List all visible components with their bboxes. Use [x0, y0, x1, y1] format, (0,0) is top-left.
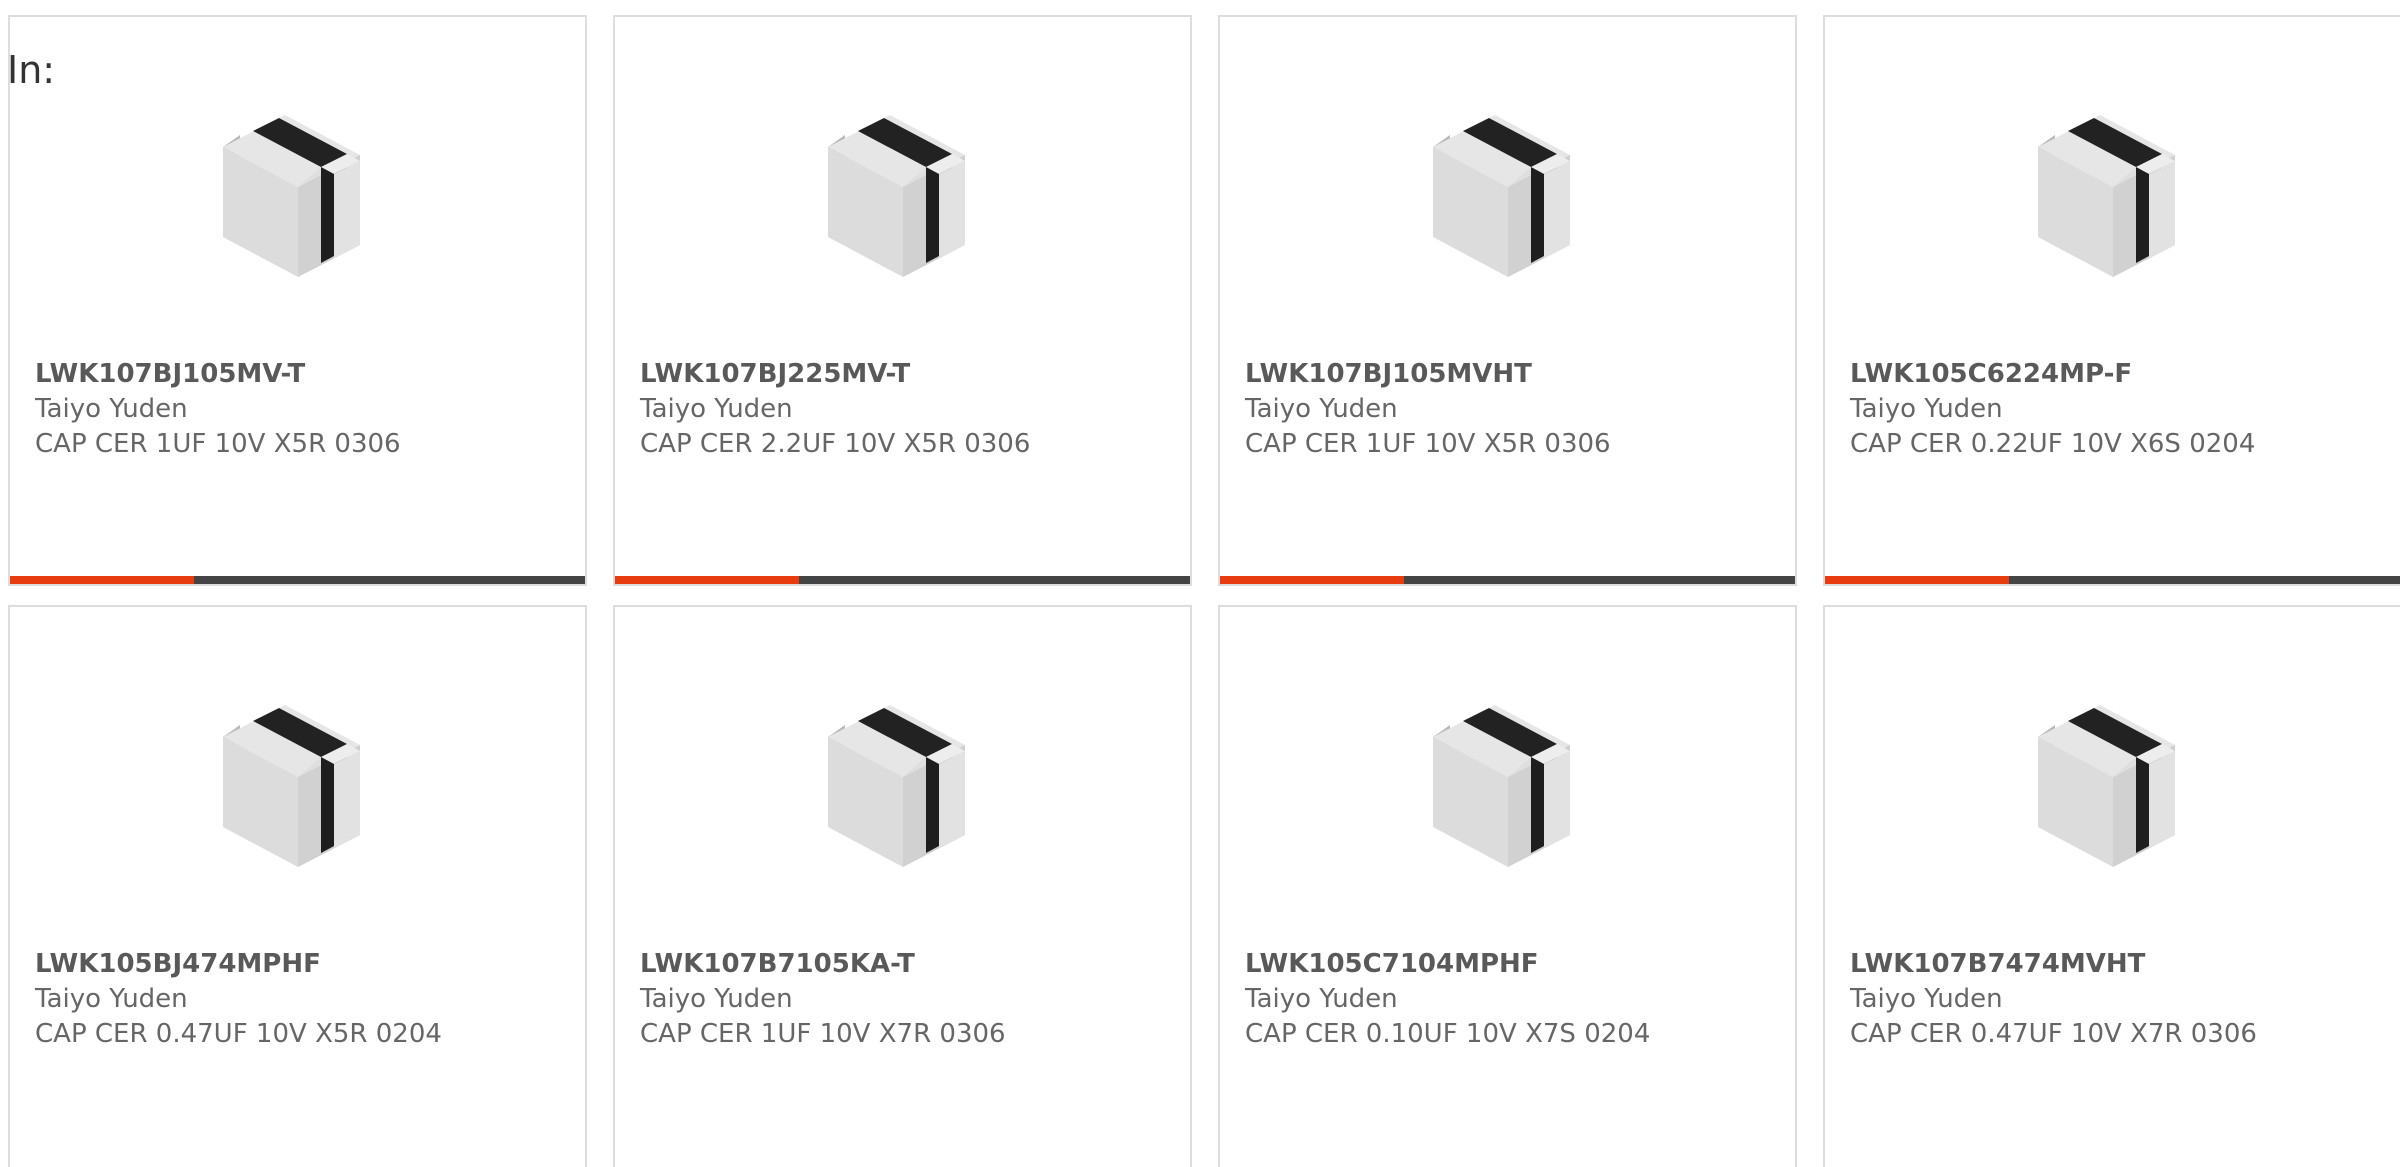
product-description: CAP CER 0.10UF 10V X7S 0204 [1245, 1019, 1651, 1049]
product-description: CAP CER 1UF 10V X5R 0306 [35, 429, 401, 459]
product-grid: LWK107BJ105MV-T Taiyo Yuden CAP CER 1UF … [8, 15, 2400, 1167]
part-number-link[interactable]: LWK105BJ474MPHF [35, 947, 575, 982]
product-image [800, 97, 1000, 297]
product-card[interactable]: LWK107B7105KA-T Taiyo Yuden CAP CER 1UF … [613, 605, 1192, 1167]
product-info: LWK107B7105KA-T Taiyo Yuden CAP CER 1UF … [640, 947, 1180, 1052]
product-card[interactable]: LWK105BJ474MPHF Taiyo Yuden CAP CER 0.47… [8, 605, 587, 1167]
part-number-link[interactable]: LWK105C7104MPHF [1245, 947, 1785, 982]
product-card[interactable]: LWK107BJ225MV-T Taiyo Yuden CAP CER 2.2U… [613, 15, 1192, 586]
product-info: LWK105BJ474MPHF Taiyo Yuden CAP CER 0.47… [35, 947, 575, 1052]
manufacturer-label: Taiyo Yuden [1245, 984, 1398, 1014]
card-progress-track [10, 576, 585, 584]
capacitor-chip-icon [2038, 705, 2175, 867]
product-image [195, 687, 395, 887]
product-card[interactable]: LWK107BJ105MV-T Taiyo Yuden CAP CER 1UF … [8, 15, 587, 586]
capacitor-chip-icon [223, 705, 360, 867]
part-number-link[interactable]: LWK107BJ105MV-T [35, 357, 575, 392]
manufacturer-label: Taiyo Yuden [1850, 394, 2003, 424]
product-description: CAP CER 1UF 10V X7R 0306 [640, 1019, 1006, 1049]
part-number-link[interactable]: LWK107BJ225MV-T [640, 357, 1180, 392]
product-description: CAP CER 0.47UF 10V X5R 0204 [35, 1019, 442, 1049]
product-card[interactable]: LWK107B7474MVHT Taiyo Yuden CAP CER 0.47… [1823, 605, 2400, 1167]
product-info: LWK105C6224MP-F Taiyo Yuden CAP CER 0.22… [1850, 357, 2390, 462]
product-image [1405, 687, 1605, 887]
part-number-link[interactable]: LWK105C6224MP-F [1850, 357, 2390, 392]
card-progress-fill [1825, 576, 2009, 584]
manufacturer-label: Taiyo Yuden [35, 394, 188, 424]
part-number-link[interactable]: LWK107B7105KA-T [640, 947, 1180, 982]
part-number-link[interactable]: LWK107B7474MVHT [1850, 947, 2390, 982]
page: In: LWK107BJ105MV-T Taiyo Yuden CAP CER … [0, 0, 2400, 1167]
card-progress-fill [10, 576, 194, 584]
product-info: LWK107BJ105MV-T Taiyo Yuden CAP CER 1UF … [35, 357, 575, 462]
manufacturer-label: Taiyo Yuden [1245, 394, 1398, 424]
product-card[interactable]: LWK105C7104MPHF Taiyo Yuden CAP CER 0.10… [1218, 605, 1797, 1167]
product-image [195, 97, 395, 297]
product-image [2010, 97, 2210, 297]
product-description: CAP CER 1UF 10V X5R 0306 [1245, 429, 1611, 459]
card-progress-track [1220, 576, 1795, 584]
product-image [1405, 97, 1605, 297]
card-progress-fill [1220, 576, 1404, 584]
product-info: LWK107BJ105MVHT Taiyo Yuden CAP CER 1UF … [1245, 357, 1785, 462]
part-number-link[interactable]: LWK107BJ105MVHT [1245, 357, 1785, 392]
card-progress-track [1825, 576, 2400, 584]
product-description: CAP CER 0.47UF 10V X7R 0306 [1850, 1019, 2257, 1049]
capacitor-chip-icon [828, 705, 965, 867]
card-progress-track [615, 576, 1190, 584]
product-image [2010, 687, 2210, 887]
capacitor-chip-icon [223, 115, 360, 277]
capacitor-chip-icon [1433, 705, 1570, 867]
card-progress-fill [615, 576, 799, 584]
product-info: LWK107BJ225MV-T Taiyo Yuden CAP CER 2.2U… [640, 357, 1180, 462]
product-info: LWK105C7104MPHF Taiyo Yuden CAP CER 0.10… [1245, 947, 1785, 1052]
product-description: CAP CER 0.22UF 10V X6S 0204 [1850, 429, 2256, 459]
product-card[interactable]: LWK105C6224MP-F Taiyo Yuden CAP CER 0.22… [1823, 15, 2400, 586]
manufacturer-label: Taiyo Yuden [640, 394, 793, 424]
capacitor-chip-icon [2038, 115, 2175, 277]
manufacturer-label: Taiyo Yuden [640, 984, 793, 1014]
product-image [800, 687, 1000, 887]
product-description: CAP CER 2.2UF 10V X5R 0306 [640, 429, 1031, 459]
manufacturer-label: Taiyo Yuden [35, 984, 188, 1014]
product-info: LWK107B7474MVHT Taiyo Yuden CAP CER 0.47… [1850, 947, 2390, 1052]
capacitor-chip-icon [828, 115, 965, 277]
product-card[interactable]: LWK107BJ105MVHT Taiyo Yuden CAP CER 1UF … [1218, 15, 1797, 586]
manufacturer-label: Taiyo Yuden [1850, 984, 2003, 1014]
filter-in-label: In: [7, 48, 56, 92]
capacitor-chip-icon [1433, 115, 1570, 277]
